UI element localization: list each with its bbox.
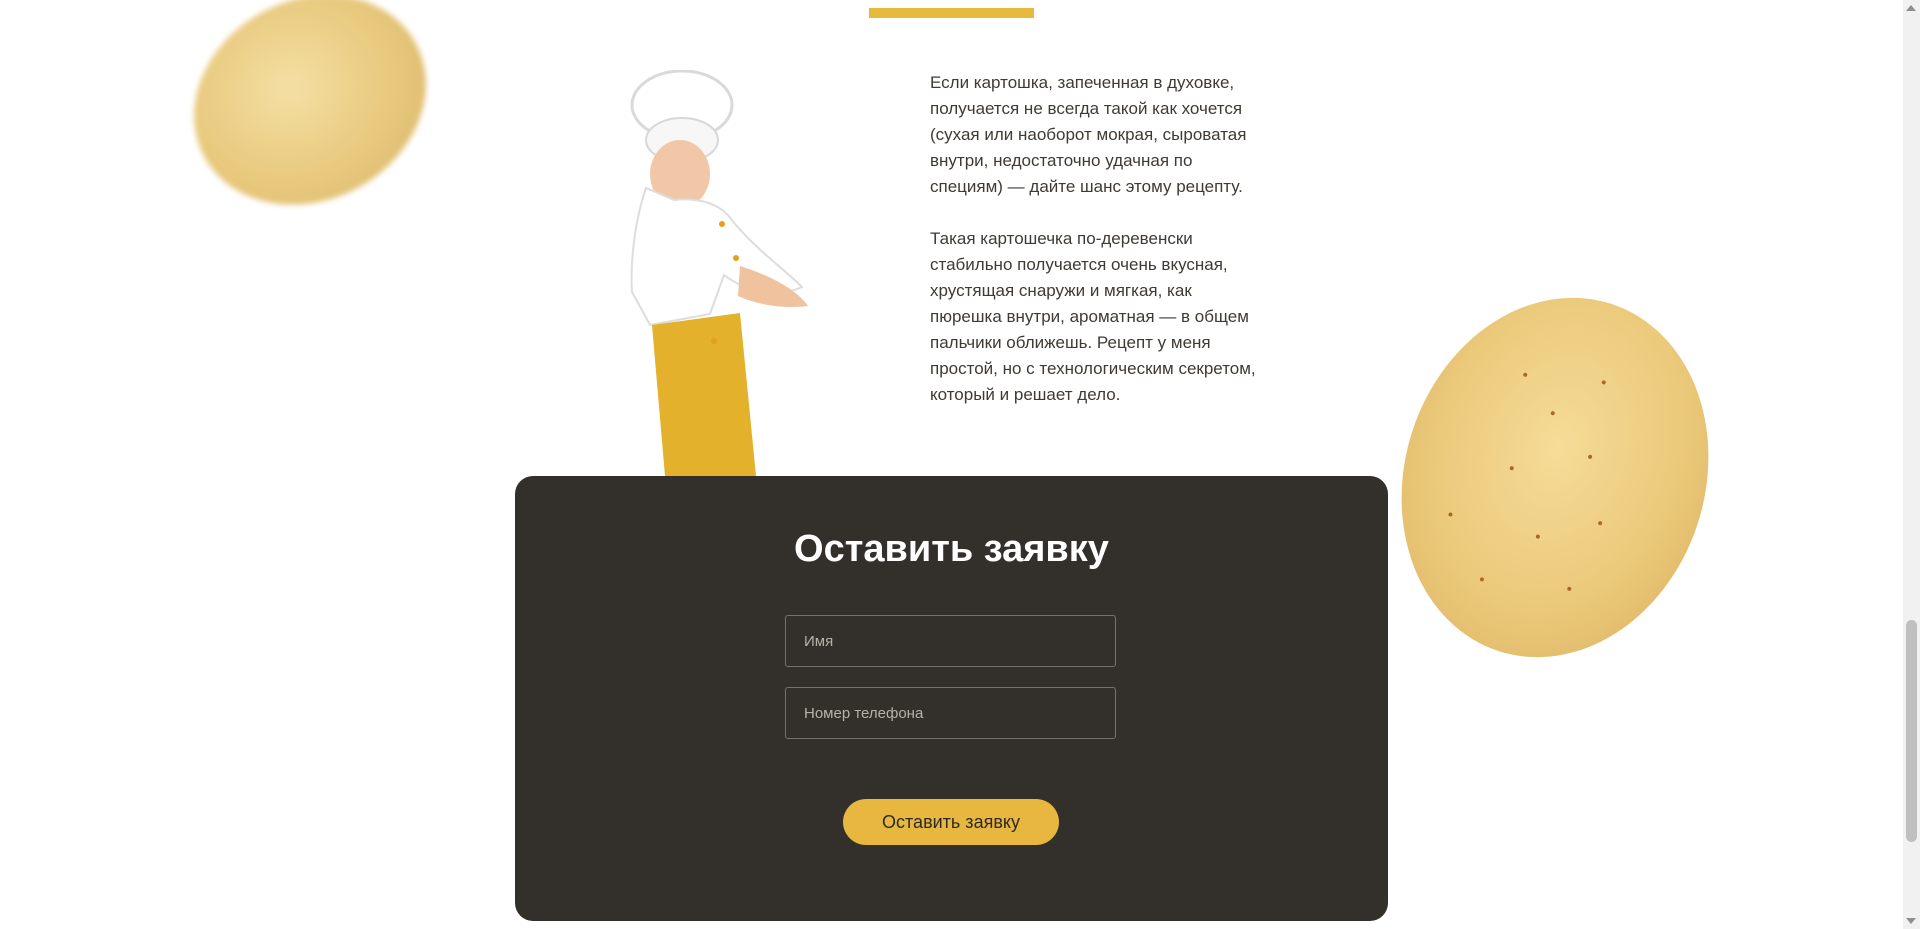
recipe-paragraph-1: Если картошка, запеченная в духовке, пол… bbox=[930, 73, 1247, 196]
submit-request-button[interactable]: Оставить заявку bbox=[843, 799, 1059, 845]
scrollbar-thumb[interactable] bbox=[1906, 620, 1917, 842]
scroll-down-icon[interactable] bbox=[1906, 918, 1916, 924]
recipe-paragraph-2: Такая картошечка по-деревенски стабильно… bbox=[930, 229, 1256, 404]
potato-decoration-left bbox=[157, 0, 463, 245]
chef-illustration bbox=[630, 70, 808, 476]
section-accent-line bbox=[869, 8, 1034, 18]
request-form-panel: Оставить заявку Оставить заявку bbox=[515, 476, 1388, 921]
recipe-description: Если картошка, запеченная в духовке, пол… bbox=[930, 70, 1260, 434]
vertical-scrollbar[interactable] bbox=[1903, 0, 1920, 929]
form-title: Оставить заявку bbox=[794, 528, 1109, 570]
scroll-up-icon[interactable] bbox=[1906, 5, 1916, 11]
potato-decoration-right bbox=[1355, 257, 1755, 698]
name-input[interactable] bbox=[785, 615, 1116, 667]
phone-input[interactable] bbox=[785, 687, 1116, 739]
